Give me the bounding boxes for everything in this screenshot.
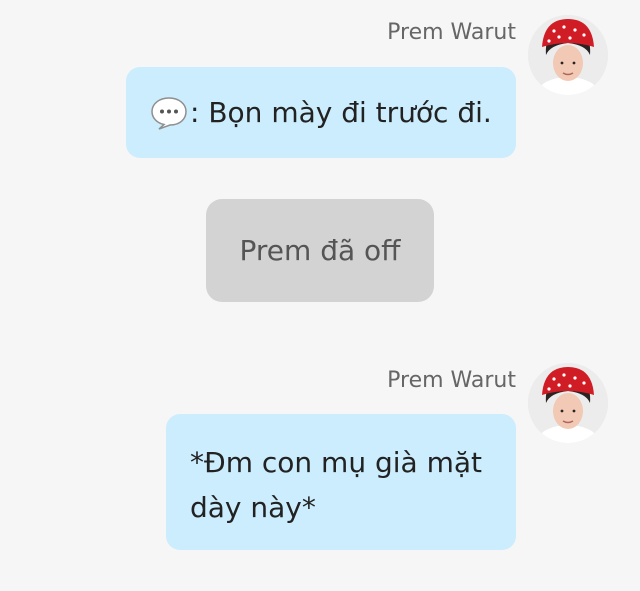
system-notice: Prem đã off	[206, 199, 434, 302]
avatar[interactable]	[528, 363, 608, 443]
message-bubble[interactable]: : Bọn mày đi trước đi.	[126, 67, 516, 158]
avatar-photo-icon	[528, 15, 608, 95]
message-text-line: dày này*	[190, 491, 316, 524]
message-bubble[interactable]: *Đm con mụ già mặt dày này*	[166, 414, 516, 550]
message-text: : Bọn mày đi trước đi.	[190, 96, 492, 129]
sender-name: Prem Warut	[387, 368, 516, 393]
sender-name: Prem Warut	[387, 20, 516, 45]
system-notice-text: Prem đã off	[239, 234, 401, 267]
avatar-photo-icon	[528, 363, 608, 443]
message-text-line: *Đm con mụ già mặt	[190, 446, 482, 479]
avatar[interactable]	[528, 15, 608, 95]
speech-balloon-icon	[150, 96, 188, 130]
